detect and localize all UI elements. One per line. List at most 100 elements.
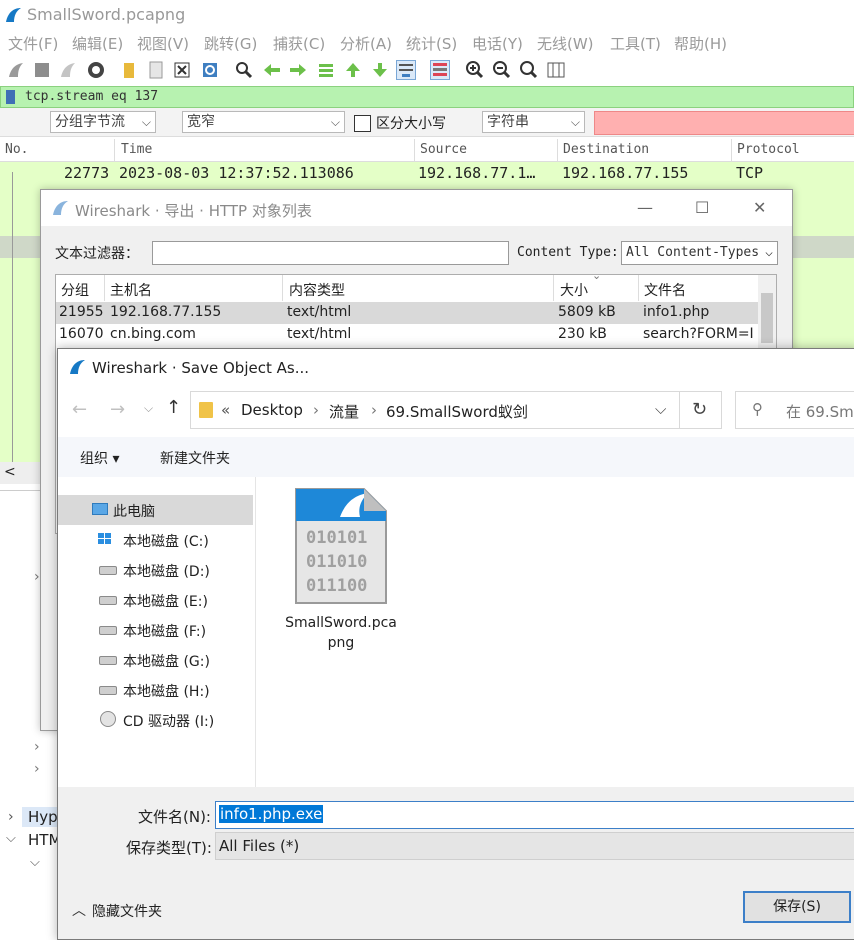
file-name-label: SmallSword.pca png: [285, 615, 397, 651]
back-arrow-icon[interactable]: ←: [72, 399, 87, 420]
search-box[interactable]: ⚲ 在 69.Sma: [735, 391, 854, 429]
tree-item-drive-g[interactable]: 本地磁盘 (G:): [58, 645, 255, 675]
export-dialog-titlebar: Wireshark · 导出 · HTTP 对象列表 — ☐ ✕: [41, 190, 792, 226]
chevron-up-icon[interactable]: ︿: [72, 900, 86, 920]
width-select[interactable]: 宽窄 ⌵: [182, 111, 345, 133]
new-folder-button[interactable]: 新建文件夹: [160, 448, 230, 468]
col-destination[interactable]: Destination: [563, 142, 649, 157]
tree-item-drive-d[interactable]: 本地磁盘 (D:): [58, 555, 255, 585]
open-file-icon[interactable]: [120, 60, 140, 80]
zoom-in-icon[interactable]: [465, 60, 485, 80]
command-bar: 组织 ▾ 新建文件夹: [58, 437, 854, 478]
chevron-down-icon[interactable]: ⌵: [655, 400, 666, 418]
menu-tools[interactable]: 工具(T): [610, 33, 661, 54]
filename-input[interactable]: info1.php.exe: [215, 801, 854, 829]
breadcrumb-smallsword[interactable]: 69.SmallSword蚁剑: [386, 401, 528, 422]
packet-list-header: No. Time Source Destination Protocol: [0, 139, 854, 162]
navigation-tree[interactable]: 此电脑 本地磁盘 (C:) 本地磁盘 (D:) 本地磁盘 (E:) 本地磁盘 (…: [58, 477, 256, 787]
case-sensitive-checkbox[interactable]: [354, 115, 371, 132]
expand-arrow-icon[interactable]: ›: [34, 569, 40, 585]
file-icon-line-3: 011100: [306, 576, 367, 596]
tree-item-cd-drive[interactable]: CD 驱动器 (I:): [58, 705, 255, 735]
tree-item-this-pc[interactable]: 此电脑: [58, 495, 253, 525]
tree-item-drive-e[interactable]: 本地磁盘 (E:): [58, 585, 255, 615]
up-arrow-icon[interactable]: ↑: [166, 397, 181, 418]
display-filter-bar[interactable]: tcp.stream eq 137: [0, 86, 854, 108]
file-list[interactable]: 010101 011010 011100 SmallSword.pca png: [256, 477, 854, 787]
main-titlebar: SmallSword.pcapng: [0, 0, 854, 30]
menu-edit[interactable]: 编辑(E): [72, 33, 123, 54]
chevron-right-icon: ›: [313, 401, 319, 419]
zoom-out-icon[interactable]: [492, 60, 512, 80]
content-type-select[interactable]: All Content-Types ⌵: [621, 241, 778, 265]
wireshark-fin-icon: [70, 360, 85, 374]
text-filter-input[interactable]: [152, 241, 509, 265]
address-bar[interactable]: « Desktop › 流量 › 69.SmallSword蚁剑 ⌵: [190, 391, 680, 429]
table-row[interactable]: 16070 cn.bing.com text/html 230 kB searc…: [56, 324, 758, 346]
zoom-reset-icon[interactable]: [519, 60, 539, 80]
packet-row[interactable]: 22773 2023-08-03 12:37:52.113086 192.168…: [0, 162, 854, 186]
col-no[interactable]: No.: [5, 142, 28, 157]
menu-wireless[interactable]: 无线(W): [537, 33, 594, 54]
close-file-icon[interactable]: [172, 60, 192, 80]
file-item[interactable]: 010101 011010 011100 SmallSword.pca png: [276, 483, 406, 653]
go-last-icon[interactable]: [370, 60, 390, 80]
organize-button[interactable]: 组织 ▾: [80, 448, 119, 468]
go-to-packet-icon[interactable]: [316, 60, 336, 80]
minimize-icon[interactable]: —: [637, 198, 653, 217]
go-forward-icon[interactable]: [288, 60, 308, 80]
bookmark-icon[interactable]: [6, 90, 15, 104]
display-filter-input[interactable]: tcp.stream eq 137: [25, 89, 158, 104]
export-dialog-title: Wireshark · 导出 · HTTP 对象列表: [75, 202, 312, 220]
detail-row-hypertext[interactable]: Hyp: [22, 807, 62, 827]
menu-statistics[interactable]: 统计(S): [406, 33, 457, 54]
save-button[interactable]: 保存(S): [743, 891, 851, 923]
go-first-icon[interactable]: [343, 60, 363, 80]
menu-help[interactable]: 帮助(H): [674, 33, 727, 54]
menu-go[interactable]: 跳转(G): [204, 33, 257, 54]
table-row[interactable]: 21955 192.168.77.155 text/html 5809 kB i…: [56, 302, 758, 324]
tree-item-drive-h[interactable]: 本地磁盘 (H:): [58, 675, 255, 705]
find-packet-icon[interactable]: [234, 60, 254, 80]
hide-folders-button[interactable]: 隐藏文件夹: [92, 901, 162, 921]
save-file-icon[interactable]: [146, 60, 166, 80]
restart-capture-icon[interactable]: [58, 60, 78, 80]
menu-capture[interactable]: 捕获(C): [273, 33, 325, 54]
save-dialog-title: Wireshark · Save Object As...: [92, 359, 309, 377]
col-time[interactable]: Time: [121, 142, 152, 157]
stream-search-input[interactable]: [594, 111, 854, 135]
recent-locations-icon[interactable]: ⌵: [144, 401, 153, 416]
forward-arrow-icon[interactable]: →: [110, 399, 125, 420]
capture-options-icon[interactable]: [86, 60, 106, 80]
search-type-select[interactable]: 字符串 ⌵: [482, 111, 585, 133]
save-as-dialog: Wireshark · Save Object As... ← → ⌵ ↑ « …: [57, 348, 854, 940]
stop-capture-icon[interactable]: [32, 60, 52, 80]
tree-item-drive-c[interactable]: 本地磁盘 (C:): [58, 525, 255, 555]
stream-mode-select[interactable]: 分组字节流 ⌵: [50, 111, 156, 133]
drive-icon: [99, 656, 117, 665]
breadcrumb-liuliang[interactable]: 流量: [329, 401, 359, 422]
menu-analyze[interactable]: 分析(A): [340, 33, 392, 54]
resize-columns-icon[interactable]: [546, 60, 566, 80]
search-icon: ⚲: [752, 400, 763, 418]
search-input[interactable]: 在 69.Sma: [786, 401, 854, 422]
tree-item-drive-f[interactable]: 本地磁盘 (F:): [58, 615, 255, 645]
go-back-icon[interactable]: [262, 60, 282, 80]
maximize-icon[interactable]: ☐: [695, 198, 709, 217]
col-protocol[interactable]: Protocol: [737, 142, 800, 157]
filetype-select[interactable]: All Files (*): [215, 832, 854, 860]
chevron-right-icon: ›: [371, 401, 377, 419]
menu-file[interactable]: 文件(F): [8, 33, 58, 54]
folder-icon: [199, 402, 213, 418]
autoscroll-icon[interactable]: [396, 60, 416, 80]
wireshark-fin-icon: [6, 8, 21, 22]
refresh-button[interactable]: ↻: [680, 391, 722, 429]
reload-file-icon[interactable]: [200, 60, 220, 80]
col-source[interactable]: Source: [420, 142, 467, 157]
menu-view[interactable]: 视图(V): [137, 33, 189, 54]
breadcrumb-desktop[interactable]: Desktop: [241, 401, 303, 419]
menu-telephony[interactable]: 电话(Y): [472, 33, 523, 54]
close-icon[interactable]: ✕: [753, 198, 766, 217]
colorize-icon[interactable]: [430, 60, 450, 80]
start-capture-icon[interactable]: [6, 60, 26, 80]
